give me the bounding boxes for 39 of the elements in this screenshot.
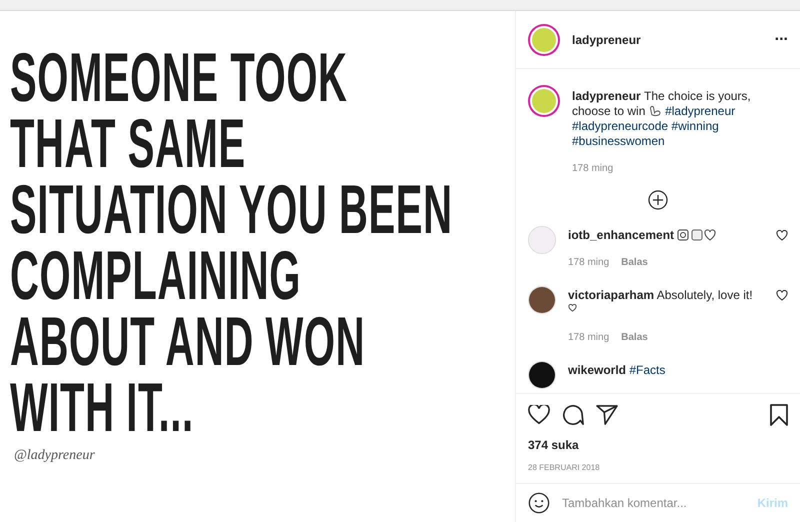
hashtag-link[interactable]: #ladypreneur xyxy=(665,104,736,118)
comment-input[interactable]: Tambahkan komentar... xyxy=(562,494,746,512)
quote-line: COMPLAINING xyxy=(10,243,301,309)
bookmark-icon[interactable] xyxy=(770,404,788,426)
post-date: 28 FEBRUARI 2018 xyxy=(528,462,601,474)
hashtag-link[interactable]: #ladypreneurcode xyxy=(572,119,668,133)
more-options-button[interactable]: ... xyxy=(774,28,788,44)
avatar xyxy=(528,85,560,117)
emoji-icon[interactable] xyxy=(528,492,550,514)
like-count[interactable]: 374 suka xyxy=(528,436,788,454)
comment-text: iotb_enhancement xyxy=(568,228,764,243)
quote-line: THAT SAME xyxy=(10,111,246,177)
comment-icon[interactable] xyxy=(562,404,584,426)
comment-text: victoriaparham Absolutely, love it! xyxy=(568,288,764,318)
timestamp: 178 ming xyxy=(568,256,610,270)
caption-text: ladypreneur The choice is yours, choose to win #ladypreneur #ladypreneurcode #winning #businesswomen xyxy=(572,89,752,149)
heart-icon xyxy=(568,304,577,312)
heart-icon[interactable] xyxy=(776,230,788,241)
quote-line: ABOUT AND WON xyxy=(10,309,366,375)
quote-line: SOMEONE TOOK xyxy=(10,45,348,111)
avatar xyxy=(528,24,560,56)
load-more-icon[interactable] xyxy=(648,190,668,210)
hashtag-link[interactable]: #businesswomen xyxy=(572,134,665,148)
heart-icon[interactable] xyxy=(528,405,550,425)
avatar xyxy=(528,361,556,389)
avatar xyxy=(528,226,556,254)
flexed-arm-icon xyxy=(648,105,662,117)
hashtag-link[interactable]: #winning xyxy=(671,119,719,133)
timestamp: 178 ming xyxy=(572,162,614,176)
comment-text: wikeworld #Facts xyxy=(568,363,666,378)
timestamp: 178 ming xyxy=(568,331,610,345)
emoji-icons-drawing xyxy=(677,229,718,241)
heart-icon[interactable] xyxy=(776,290,788,301)
quote-line: WITH IT... xyxy=(10,375,194,441)
quote-line: SITUATION YOU BEEN xyxy=(10,177,453,243)
watermark-signature: @ladypreneur xyxy=(13,447,95,465)
send-icon[interactable] xyxy=(596,405,618,425)
avatar xyxy=(528,286,556,314)
username[interactable]: ladypreneur xyxy=(572,30,641,48)
